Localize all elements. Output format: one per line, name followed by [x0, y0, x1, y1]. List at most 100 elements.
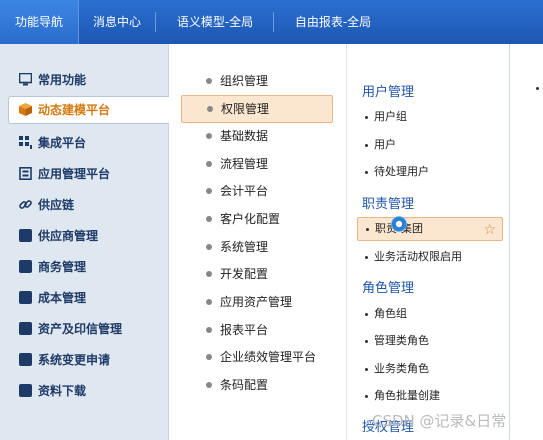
folder-icon	[19, 229, 32, 242]
menu-item-basic-data[interactable]: 基础数据	[181, 123, 331, 149]
cube-icon	[19, 103, 32, 116]
tab-label: 功能导航	[14, 15, 63, 29]
menu-item-reports[interactable]: 报表平台	[181, 317, 331, 343]
link-role-group[interactable]: 角色组	[365, 304, 407, 324]
sidebar-item-app-management[interactable]: 应用管理平台	[0, 161, 168, 187]
menu-item-system[interactable]: 系统管理	[181, 234, 331, 260]
tab-message-center[interactable]: 消息中心	[78, 0, 156, 44]
submenu-column: 组织管理 权限管理 基础数据 流程管理 会计平台 客户化配置 系统管理 开发配置…	[169, 44, 345, 440]
sidebar-item-dynamic-modeling[interactable]: 动态建模平台	[8, 96, 169, 124]
bullet-icon	[365, 312, 368, 316]
watermark: CSDN @记录&日常	[372, 412, 507, 430]
menu-item-permissions[interactable]: 权限管理	[181, 95, 333, 123]
menu-item-label: 权限管理	[221, 102, 270, 116]
star-icon[interactable]: ☆	[483, 219, 496, 241]
sidebar-item-label: 动态建模平台	[38, 103, 111, 117]
sidebar-item-cost[interactable]: 成本管理	[0, 285, 168, 311]
sidebar-item-supplier[interactable]: 供应商管理	[0, 223, 168, 249]
menu-item-label: 开发配置	[220, 267, 269, 281]
menu-item-label: 企业绩效管理平台	[220, 350, 317, 364]
menu-item-label: 组织管理	[220, 74, 269, 88]
link-duty-group[interactable]: 职责-集团☆	[357, 217, 503, 241]
link-icon	[19, 200, 32, 209]
bullet-icon	[365, 170, 368, 174]
menu-item-accounting[interactable]: 会计平台	[181, 178, 331, 204]
sidebar-item-integration[interactable]: 集成平台	[0, 130, 168, 156]
sidebar-item-label: 商务管理	[38, 260, 87, 274]
bullet-icon	[206, 244, 212, 250]
link-user-group[interactable]: 用户组	[365, 107, 407, 127]
link-label: 业务活动权限启用	[374, 250, 462, 263]
tab-label: 自由报表-全局	[294, 15, 372, 29]
bullet-icon	[536, 87, 539, 90]
link-activity-permission[interactable]: 业务活动权限启用	[365, 247, 462, 267]
menu-item-label: 基础数据	[220, 129, 269, 143]
folder-icon	[19, 384, 32, 397]
sidebar-item-label: 成本管理	[38, 291, 87, 305]
sidebar-item-label: 常用功能	[38, 73, 87, 87]
top-nav-bar: 功能导航 消息中心 语义模型-全局 自由报表-全局	[0, 0, 543, 44]
link-label: 业务类角色	[374, 362, 429, 375]
sidebar-item-label: 集成平台	[38, 136, 87, 150]
folder-icon	[19, 353, 32, 366]
cursor-icon	[391, 216, 407, 232]
menu-item-dev-config[interactable]: 开发配置	[181, 261, 331, 287]
link-label: 用户组	[374, 110, 407, 123]
sidebar: 常用功能 动态建模平台 集成平台 应用管理平台 供应链 供应商管理 商务管理 成…	[0, 44, 169, 440]
tab-label: 消息中心	[92, 15, 141, 29]
link-user[interactable]: 用户	[365, 135, 396, 155]
sidebar-item-change-request[interactable]: 系统变更申请	[0, 347, 168, 373]
sidebar-item-label: 应用管理平台	[38, 167, 111, 181]
group-title-duty-mgmt: 职责管理	[362, 197, 415, 212]
bullet-icon	[366, 227, 369, 231]
link-business-role[interactable]: 业务类角色	[365, 359, 429, 379]
bullet-icon	[206, 354, 212, 360]
tab-free-report[interactable]: 自由报表-全局	[274, 0, 392, 44]
tab-semantic-model[interactable]: 语义模型-全局	[156, 0, 274, 44]
menu-item-label: 会计平台	[220, 184, 269, 198]
bullet-icon	[206, 133, 212, 139]
menu-item-app-assets[interactable]: 应用资产管理	[181, 289, 331, 315]
sidebar-item-assets[interactable]: 资产及印信管理	[0, 316, 168, 342]
sidebar-item-common[interactable]: 常用功能	[0, 67, 168, 93]
grid-icon	[19, 136, 32, 149]
sidebar-item-business[interactable]: 商务管理	[0, 254, 168, 280]
bullet-icon	[365, 339, 368, 343]
sidebar-item-supply-chain[interactable]: 供应链	[0, 192, 168, 218]
menu-item-label: 报表平台	[220, 323, 269, 337]
group-title-role-mgmt: 角色管理	[362, 281, 415, 296]
bullet-icon	[365, 115, 368, 119]
bullet-icon	[365, 143, 368, 147]
menu-item-label: 客户化配置	[220, 212, 281, 226]
group-title-user-mgmt: 用户管理	[362, 85, 415, 100]
bullet-icon	[206, 382, 212, 388]
link-role-batch[interactable]: 角色批量创建	[365, 386, 440, 406]
link-label: 角色组	[374, 307, 407, 320]
sidebar-item-label: 供应链	[38, 198, 75, 212]
bullet-icon	[365, 394, 368, 398]
menu-item-customization[interactable]: 客户化配置	[181, 206, 331, 232]
link-label: 用户	[374, 138, 396, 151]
bullet-icon	[365, 255, 368, 259]
link-label: 待处理用户	[374, 165, 429, 178]
function-column: 用户管理 用户组 用户 待处理用户 职责管理 职责-集团☆ 业务活动权限启用 角…	[346, 44, 510, 440]
sidebar-item-downloads[interactable]: 资料下载	[0, 378, 168, 404]
sidebar-item-label: 供应商管理	[38, 229, 99, 243]
sidebar-item-label: 资产及印信管理	[38, 322, 123, 336]
bullet-icon	[206, 271, 212, 277]
folder-icon	[19, 322, 32, 335]
link-pending-user[interactable]: 待处理用户	[365, 162, 429, 182]
folder-icon	[19, 260, 32, 273]
menu-item-workflow[interactable]: 流程管理	[181, 151, 331, 177]
link-mgmt-role[interactable]: 管理类角色	[365, 331, 429, 351]
sidebar-item-label: 资料下载	[38, 384, 87, 398]
bullet-icon	[206, 299, 212, 305]
bullet-icon	[365, 367, 368, 371]
menu-item-performance[interactable]: 企业绩效管理平台	[181, 344, 331, 370]
menu-item-label: 条码配置	[220, 378, 269, 392]
tab-function-nav[interactable]: 功能导航	[0, 0, 79, 44]
menu-item-barcode[interactable]: 条码配置	[181, 372, 331, 398]
menu-item-org[interactable]: 组织管理	[181, 68, 331, 94]
menu-item-label: 系统管理	[220, 240, 269, 254]
monitor-icon	[19, 73, 32, 86]
